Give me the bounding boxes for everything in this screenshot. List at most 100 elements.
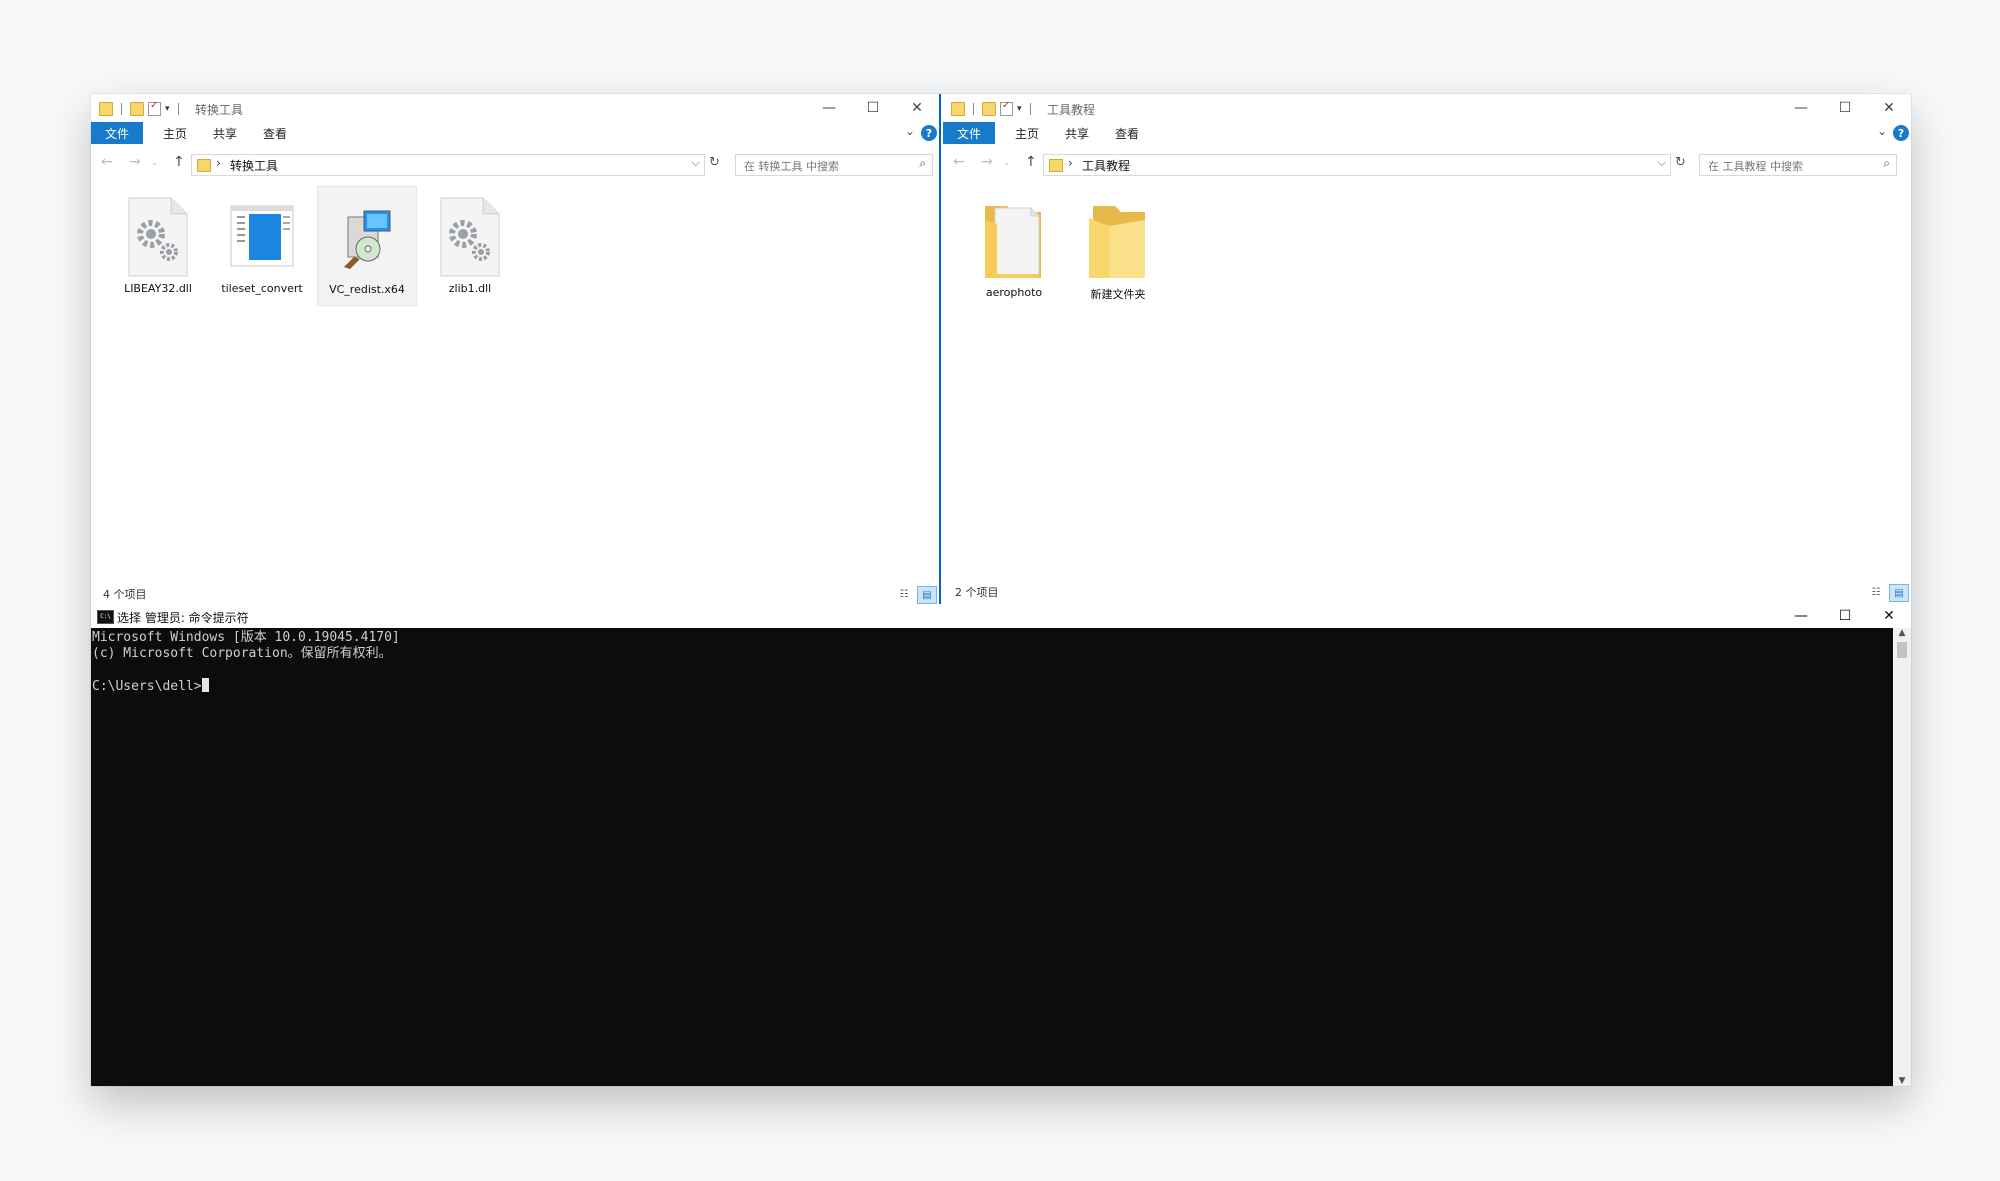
address-bar[interactable]: › 转换工具 ⌵ bbox=[191, 154, 705, 176]
console-title: 选择 管理员: 命令提示符 bbox=[117, 611, 249, 625]
console-output[interactable]: Microsoft Windows [版本 10.0.19045.4170] (c… bbox=[91, 628, 1893, 1086]
status-item-count: 4 个项目 bbox=[103, 588, 147, 601]
scroll-down-icon[interactable]: ▼ bbox=[1893, 1076, 1911, 1086]
view-switcher: ☷ ▤ bbox=[1867, 584, 1909, 602]
back-arrow-icon[interactable]: ← bbox=[953, 154, 965, 170]
minimize-button[interactable]: — bbox=[1779, 94, 1823, 122]
file-name: tileset_convert bbox=[221, 282, 303, 295]
cmd-icon: C:\ bbox=[97, 610, 114, 624]
breadcrumb-arrow-icon[interactable]: › bbox=[1068, 156, 1073, 170]
recent-dropdown-icon[interactable]: ⌄ bbox=[151, 158, 159, 168]
search-box[interactable]: 在 工具教程 中搜索 ⌕ bbox=[1699, 154, 1897, 176]
tab-home[interactable]: 主页 bbox=[1005, 122, 1049, 144]
properties-icon[interactable] bbox=[148, 100, 161, 116]
ribbon-tabs: 文件 主页 共享 查看 ⌄ ? bbox=[91, 122, 939, 144]
file-item[interactable]: aerophoto bbox=[965, 194, 1063, 306]
scroll-up-icon[interactable]: ▲ bbox=[1893, 628, 1911, 638]
minimize-button[interactable]: — bbox=[807, 94, 851, 122]
expand-ribbon-icon[interactable]: ⌄ bbox=[1877, 124, 1887, 138]
search-placeholder: 在 转换工具 中搜索 bbox=[744, 160, 839, 173]
search-icon[interactable]: ⌕ bbox=[919, 156, 926, 171]
scroll-thumb[interactable] bbox=[1897, 642, 1907, 658]
application-icon bbox=[230, 205, 294, 267]
up-arrow-icon[interactable]: ↑ bbox=[1025, 154, 1037, 170]
console-prompt: C:\Users\dell> bbox=[92, 679, 202, 694]
folder-icon bbox=[197, 159, 211, 172]
breadcrumb-path[interactable]: 工具教程 bbox=[1082, 157, 1130, 174]
window-title: 工具教程 bbox=[1047, 103, 1096, 117]
customize-dropdown-icon[interactable]: ▾ bbox=[165, 104, 170, 114]
forward-arrow-icon[interactable]: → bbox=[981, 154, 993, 170]
details-view-icon[interactable]: ☷ bbox=[1867, 584, 1885, 600]
details-view-icon[interactable]: ☷ bbox=[895, 586, 913, 602]
folder-icon bbox=[1049, 159, 1063, 172]
address-bar[interactable]: › 工具教程 ⌵ bbox=[1043, 154, 1671, 176]
console-title-bar: C:\ 选择 管理员: 命令提示符 — ☐ ✕ bbox=[91, 604, 1911, 628]
refresh-icon[interactable]: ↻ bbox=[1675, 155, 1686, 170]
expand-ribbon-icon[interactable]: ⌄ bbox=[905, 124, 915, 138]
search-placeholder: 在 工具教程 中搜索 bbox=[1708, 160, 1803, 173]
recent-dropdown-icon[interactable]: ⌄ bbox=[1003, 158, 1011, 168]
tab-share[interactable]: 共享 bbox=[1055, 122, 1099, 144]
console-prompt-line[interactable]: C:\Users\dell> bbox=[92, 678, 1893, 695]
file-item[interactable]: tileset_convert bbox=[213, 192, 311, 304]
tab-file[interactable]: 文件 bbox=[943, 122, 995, 144]
minimize-button[interactable]: — bbox=[1779, 604, 1823, 628]
large-icons-view-icon[interactable]: ▤ bbox=[1889, 584, 1909, 602]
console-scrollbar[interactable]: ▲ ▼ bbox=[1893, 628, 1911, 1086]
text-cursor bbox=[201, 678, 209, 692]
file-item[interactable]: zlib1.dll bbox=[421, 192, 519, 304]
search-box[interactable]: 在 转换工具 中搜索 ⌕ bbox=[735, 154, 933, 176]
file-name: aerophoto bbox=[985, 286, 1043, 299]
large-icons-view-icon[interactable]: ▤ bbox=[917, 586, 937, 604]
file-name: zlib1.dll bbox=[448, 282, 492, 295]
close-button[interactable]: ✕ bbox=[895, 94, 939, 122]
breadcrumb-arrow-icon[interactable]: › bbox=[216, 156, 221, 170]
new-folder-icon[interactable] bbox=[130, 102, 144, 116]
address-dropdown-icon[interactable]: ⌵ bbox=[692, 156, 700, 170]
caption-buttons: — ☐ ✕ bbox=[1779, 94, 1911, 122]
close-button[interactable]: ✕ bbox=[1867, 604, 1911, 628]
tab-share[interactable]: 共享 bbox=[203, 122, 247, 144]
maximize-button[interactable]: ☐ bbox=[1823, 604, 1867, 628]
folder-icon bbox=[99, 102, 113, 116]
forward-arrow-icon[interactable]: → bbox=[129, 154, 141, 170]
dll-gear-icon bbox=[128, 197, 188, 277]
search-icon[interactable]: ⌕ bbox=[1883, 156, 1890, 171]
help-icon[interactable]: ? bbox=[1893, 125, 1909, 141]
tab-view[interactable]: 查看 bbox=[253, 122, 297, 144]
console-line: (c) Microsoft Corporation。保留所有权利。 bbox=[92, 646, 392, 661]
maximize-button[interactable]: ☐ bbox=[1823, 94, 1867, 122]
command-prompt-window: C:\ 选择 管理员: 命令提示符 — ☐ ✕ Microsoft Window… bbox=[91, 604, 1911, 1086]
file-item[interactable]: VC_redist.x64 bbox=[317, 186, 417, 306]
back-arrow-icon[interactable]: ← bbox=[101, 154, 113, 170]
title-bar: ▾ 工具教程 — ☐ ✕ bbox=[943, 94, 1911, 122]
explorer-window-left: ▾ 转换工具 — ☐ ✕ 文件 主页 共享 查看 ⌄ ? ← → ⌄ ↑ bbox=[91, 94, 941, 604]
help-icon[interactable]: ? bbox=[921, 125, 937, 141]
explorer-window-right: ▾ 工具教程 — ☐ ✕ 文件 主页 共享 查看 ⌄ ? ← → ⌄ ↑ bbox=[943, 94, 1911, 604]
console-line: Microsoft Windows [版本 10.0.19045.4170] bbox=[92, 630, 400, 645]
file-item[interactable]: LIBEAY32.dll bbox=[109, 192, 207, 304]
file-name: 新建文件夹 bbox=[1090, 288, 1146, 301]
close-button[interactable]: ✕ bbox=[1867, 94, 1911, 122]
breadcrumb-path[interactable]: 转换工具 bbox=[230, 157, 278, 174]
tab-view[interactable]: 查看 bbox=[1105, 122, 1149, 144]
tab-file[interactable]: 文件 bbox=[91, 122, 143, 144]
ribbon-tabs: 文件 主页 共享 查看 ⌄ ? bbox=[943, 122, 1911, 144]
folder-with-document-icon bbox=[985, 206, 1041, 278]
new-folder-icon[interactable] bbox=[982, 102, 996, 116]
maximize-button[interactable]: ☐ bbox=[851, 94, 895, 122]
refresh-icon[interactable]: ↻ bbox=[709, 155, 720, 170]
navigation-bar: ← → ⌄ ↑ › 转换工具 ⌵ ↻ 在 转换工具 中搜索 ⌕ bbox=[91, 150, 939, 178]
file-name: VC_redist.x64 bbox=[329, 283, 405, 296]
dll-gear-icon bbox=[440, 197, 500, 277]
up-arrow-icon[interactable]: ↑ bbox=[173, 154, 185, 170]
file-item[interactable]: 新建文件夹 bbox=[1069, 194, 1167, 306]
properties-icon[interactable] bbox=[1000, 100, 1013, 116]
address-dropdown-icon[interactable]: ⌵ bbox=[1658, 156, 1666, 170]
installer-icon bbox=[344, 210, 391, 269]
folder-icon bbox=[951, 102, 965, 116]
customize-dropdown-icon[interactable]: ▾ bbox=[1017, 104, 1022, 114]
tab-home[interactable]: 主页 bbox=[153, 122, 197, 144]
